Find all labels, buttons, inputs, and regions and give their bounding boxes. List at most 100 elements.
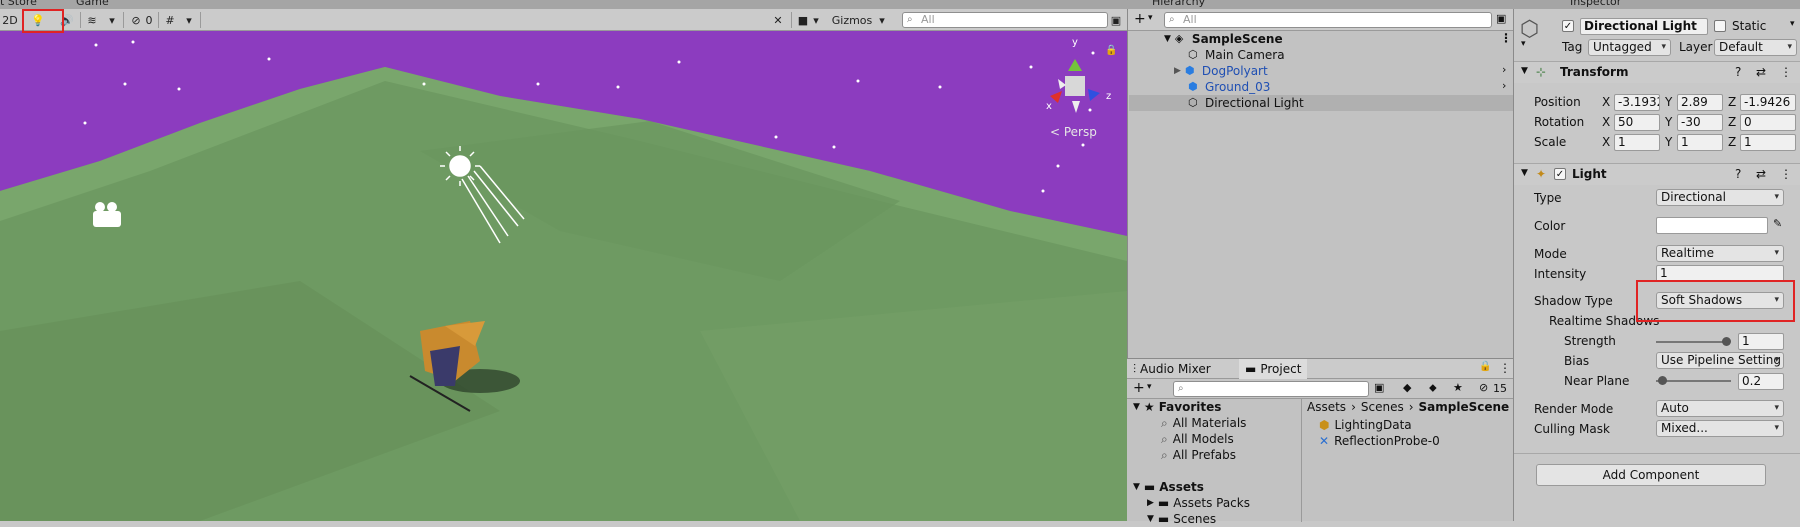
effects-icon[interactable]: ≋ [84, 11, 100, 29]
grid-dropdown-icon[interactable]: ▾ [183, 11, 195, 29]
search-by-label-icon[interactable]: ◆ [1403, 381, 1411, 394]
component-menu-icon[interactable]: ⋮ [1780, 167, 1792, 181]
favorite-item[interactable]: ⌕ All Prefabs [1161, 447, 1236, 463]
render-mode-dropdown[interactable]: Auto ▾ [1656, 400, 1784, 417]
create-plus-icon[interactable]: + [1134, 11, 1146, 27]
type-dropdown[interactable]: Directional ▾ [1656, 189, 1784, 206]
expand-arrow-icon[interactable]: ▼ [1133, 482, 1140, 492]
object-name-field[interactable]: Directional Light [1580, 18, 1708, 35]
folder-item[interactable]: ▶ ▬ Assets Packs [1147, 495, 1250, 511]
tab-asset-store[interactable]: t Store [0, 0, 37, 8]
hierarchy-item[interactable]: ⬡ Main Camera [1188, 47, 1285, 63]
search-by-type-icon[interactable]: ▣ [1374, 381, 1384, 394]
hierarchy-item-selected[interactable]: ⬡ Directional Light [1188, 95, 1304, 111]
rotation-z-field[interactable]: 0 [1740, 114, 1796, 131]
prefab-open-chevron-icon[interactable]: › [1502, 79, 1506, 92]
search-options-icon[interactable]: ▣ [1108, 11, 1124, 29]
eyedropper-icon[interactable]: ✎ [1773, 217, 1782, 230]
rotation-x-field[interactable]: 50 [1614, 114, 1660, 131]
favorite-item[interactable]: ⌕ All Models [1161, 431, 1234, 447]
tab-hierarchy[interactable]: Hierarchy [1152, 0, 1205, 8]
component-menu-icon[interactable]: ⋮ [1780, 65, 1792, 79]
breadcrumb-item[interactable]: SampleScene [1419, 400, 1510, 414]
tag-dropdown[interactable]: Untagged ▾ [1588, 39, 1671, 56]
help-icon[interactable]: ? [1735, 65, 1741, 79]
lock-icon[interactable]: 🔒 [1479, 361, 1491, 372]
tab-inspector[interactable]: Inspector [1570, 0, 1621, 8]
active-checkbox[interactable]: ✓ [1562, 20, 1574, 32]
near-plane-field[interactable]: 0.2 [1738, 373, 1784, 390]
light-header[interactable]: ▼ ✦ ✓ Light ? ⇄ ⋮ [1514, 163, 1800, 185]
hierarchy-item[interactable]: ⬢ Ground_03 [1188, 79, 1270, 95]
preset-icon[interactable]: ⇄ [1756, 65, 1766, 79]
color-swatch[interactable] [1656, 217, 1768, 234]
add-component-button[interactable]: Add Component [1536, 464, 1766, 486]
foldout-arrow-icon[interactable]: ▼ [1521, 168, 1528, 178]
persp-label[interactable]: < Persp [1050, 125, 1097, 139]
scene-search-input[interactable]: ⌕ All [902, 12, 1108, 28]
assets-row[interactable]: ▼ ▬ Assets [1133, 479, 1204, 495]
tab-game[interactable]: Game [76, 0, 109, 8]
create-plus-icon[interactable]: + [1133, 380, 1145, 396]
favorite-item[interactable]: ⌕ All Materials [1161, 415, 1246, 431]
near-plane-slider-handle[interactable] [1658, 376, 1667, 385]
gizmos-dropdown-icon[interactable]: ▾ [876, 11, 888, 29]
create-dropdown-icon[interactable]: ▾ [1148, 13, 1153, 23]
gizmos-button[interactable]: Gizmos [828, 11, 876, 29]
breadcrumb-item[interactable]: Scenes [1361, 400, 1404, 414]
breadcrumb-item[interactable]: Assets [1307, 400, 1346, 414]
scene-menu-icon[interactable]: ⋮ [1500, 31, 1512, 45]
static-checkbox[interactable] [1714, 20, 1726, 32]
culling-mask-dropdown[interactable]: Mixed... ▾ [1656, 420, 1784, 437]
tag-icon[interactable]: ⬥ [1429, 381, 1437, 395]
expand-arrow-icon[interactable]: ▼ [1133, 402, 1140, 412]
hidden-objects-icon[interactable]: ⊘ [127, 11, 145, 29]
scene-root-row[interactable]: ▼ ◈ SampleScene [1164, 31, 1283, 47]
expand-arrow-icon[interactable]: ▼ [1164, 34, 1171, 44]
near-plane-slider-track[interactable] [1656, 380, 1731, 382]
hidden-packages-icon[interactable]: ⊘ [1479, 381, 1488, 394]
grid-icon[interactable]: # [162, 11, 178, 29]
tools-icon[interactable]: ✕ [770, 11, 786, 29]
static-dropdown-icon[interactable]: ▾ [1790, 19, 1795, 29]
help-icon[interactable]: ? [1735, 167, 1741, 181]
expand-arrow-icon[interactable]: ▼ [1147, 514, 1154, 524]
hierarchy-search-input[interactable]: ⌕ All [1164, 12, 1492, 28]
rotation-y-field[interactable]: -30 [1677, 114, 1723, 131]
camera-settings-icon[interactable]: ■ [795, 11, 811, 29]
camera-dropdown-icon[interactable]: ▾ [811, 11, 821, 29]
prefab-open-chevron-icon[interactable]: › [1502, 63, 1506, 76]
layer-dropdown[interactable]: Default ▾ [1714, 39, 1797, 56]
panel-menu-icon[interactable]: ⋮ [1499, 361, 1511, 375]
tab-project[interactable]: ▬ Project [1239, 359, 1308, 379]
bias-dropdown[interactable]: Use Pipeline Setting ▾ [1656, 352, 1784, 369]
favorite-star-icon[interactable]: ★ [1453, 381, 1463, 394]
effects-dropdown-icon[interactable]: ▾ [106, 11, 118, 29]
transform-header[interactable]: ▼ ⊹ Transform ? ⇄ ⋮ [1514, 61, 1800, 83]
folder-item[interactable]: ▼ ▬ Scenes [1147, 511, 1216, 527]
strength-slider-track[interactable] [1656, 341, 1726, 343]
icon-dropdown-icon[interactable]: ▾ [1521, 39, 1526, 49]
position-y-field[interactable]: 2.89 [1677, 94, 1723, 111]
scale-x-field[interactable]: 1 [1614, 134, 1660, 151]
position-z-field[interactable]: -1.9426 [1740, 94, 1796, 111]
project-search-input[interactable]: ⌕ [1173, 381, 1369, 397]
favorites-row[interactable]: ▼ ★ Favorites [1133, 399, 1221, 415]
hierarchy-search-options-icon[interactable]: ▣ [1496, 12, 1506, 25]
lock-icon[interactable]: 🔒 [1105, 45, 1117, 56]
scale-y-field[interactable]: 1 [1677, 134, 1723, 151]
strength-field[interactable]: 1 [1738, 333, 1784, 350]
2d-toggle-button[interactable]: 2D [2, 11, 18, 29]
preset-icon[interactable]: ⇄ [1756, 167, 1766, 181]
light-enabled-checkbox[interactable]: ✓ [1554, 168, 1566, 180]
strength-slider-handle[interactable] [1722, 337, 1731, 346]
scene-view[interactable]: y x z < Persp 🔒 2D 💡 🔊 ≋ ▾ ⊘ 0 # ▾ ✕ ■ ▾… [0, 9, 1127, 521]
file-item[interactable]: ⬢ LightingData [1319, 417, 1412, 433]
create-dropdown-icon[interactable]: ▾ [1147, 382, 1152, 392]
expand-arrow-icon[interactable]: ▶ [1147, 498, 1154, 508]
mode-dropdown[interactable]: Realtime ▾ [1656, 245, 1784, 262]
scene-viewport[interactable] [0, 31, 1127, 521]
tab-audio-mixer[interactable]: ⫶ Audio Mixer [1127, 359, 1217, 379]
foldout-arrow-icon[interactable]: ▼ [1521, 66, 1528, 76]
scale-z-field[interactable]: 1 [1740, 134, 1796, 151]
